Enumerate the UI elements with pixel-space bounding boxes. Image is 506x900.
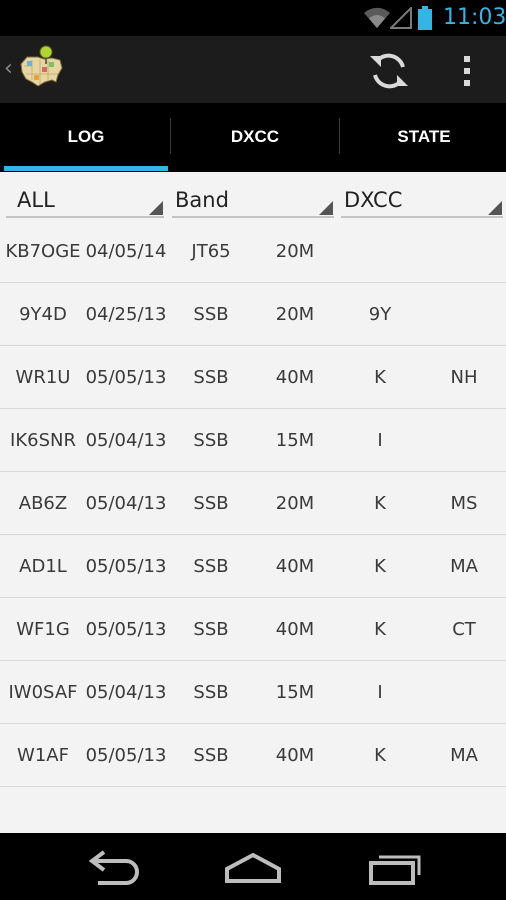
selected-tab-indicator: [4, 166, 168, 171]
state: CT: [452, 618, 476, 640]
dropdown-arrow-icon: [149, 201, 163, 215]
filter-spinner-all[interactable]: ALL: [6, 178, 164, 218]
overflow-menu-icon[interactable]: [452, 48, 482, 94]
signal-icon: [390, 7, 412, 29]
mode: SSB: [193, 366, 229, 388]
log-row[interactable]: IK6SNR 05/04/13 SSB 15M I: [0, 409, 506, 472]
state: NH: [450, 366, 478, 388]
mode: SSB: [193, 618, 229, 640]
dxcc: I: [377, 681, 383, 703]
log-row[interactable]: W1AF 05/05/13 SSB 40M K MA: [0, 724, 506, 787]
callsign: AD1L: [19, 555, 67, 577]
callsign: W1AF: [17, 744, 69, 766]
mode: JT65: [191, 240, 231, 262]
callsign: IK6SNR: [10, 429, 76, 451]
tab-label: STATE: [397, 127, 451, 146]
filter-spinner-dxcc[interactable]: DXCC: [341, 178, 503, 218]
log-row[interactable]: 9Y4D 04/25/13 SSB 20M 9Y: [0, 283, 506, 346]
mode: SSB: [193, 303, 229, 325]
tab-divider: [339, 118, 340, 154]
usa-map-logo-icon[interactable]: [18, 44, 64, 92]
log-row[interactable]: WR1U 05/05/13 SSB 40M K NH: [0, 346, 506, 409]
qso-date: 05/05/13: [85, 744, 167, 766]
dxcc: I: [377, 429, 383, 451]
band: 40M: [275, 366, 315, 388]
mode: SSB: [193, 492, 229, 514]
tab-bar: LOG DXCC STATE: [0, 103, 506, 172]
callsign: WF1G: [16, 618, 70, 640]
tab-divider: [170, 118, 171, 154]
dxcc: K: [374, 744, 386, 766]
tab-dxcc[interactable]: DXCC: [171, 103, 339, 172]
qso-date: 05/05/13: [85, 555, 167, 577]
qso-date: 05/04/13: [85, 492, 167, 514]
band: 40M: [275, 744, 315, 766]
action-bar: ‹: [0, 36, 506, 103]
band: 15M: [275, 429, 315, 451]
callsign: IW0SAF: [8, 681, 78, 703]
band: 40M: [275, 555, 315, 577]
qso-date: 05/05/13: [85, 618, 167, 640]
mode: SSB: [193, 555, 229, 577]
dropdown-arrow-icon: [319, 201, 333, 215]
callsign: AB6Z: [18, 492, 68, 514]
status-bar: 11:03: [0, 0, 506, 36]
navigation-bar: [0, 833, 506, 900]
battery-icon: [418, 6, 432, 30]
log-row[interactable]: IW0SAF 05/04/13 SSB 15M I: [0, 661, 506, 724]
home-icon[interactable]: [221, 847, 285, 887]
spinner-value: Band: [175, 188, 229, 212]
callsign: WR1U: [15, 366, 71, 388]
mode: SSB: [193, 681, 229, 703]
log-row[interactable]: AB6Z 05/04/13 SSB 20M K MS: [0, 472, 506, 535]
band: 15M: [275, 681, 315, 703]
qso-date: 04/25/13: [85, 303, 167, 325]
tab-label: LOG: [67, 127, 105, 146]
filter-spinner-band[interactable]: Band: [172, 178, 334, 218]
dxcc: K: [374, 618, 386, 640]
log-list: KB7OGE 04/05/14 JT65 20M 9Y4D 04/25/13 S…: [0, 220, 506, 787]
log-row[interactable]: KB7OGE 04/05/14 JT65 20M: [0, 220, 506, 283]
spinner-value: ALL: [17, 188, 55, 212]
dxcc: 9Y: [368, 303, 392, 325]
qso-date: 04/05/14: [85, 240, 167, 262]
tab-log[interactable]: LOG: [2, 103, 170, 172]
log-content: ALL Band DXCC KB7OGE 04/05/14 JT65 20M 9…: [0, 172, 506, 833]
state: MS: [450, 492, 478, 514]
tab-label: DXCC: [230, 127, 280, 146]
back-icon[interactable]: [82, 847, 146, 887]
dxcc: K: [374, 492, 386, 514]
mode: SSB: [193, 744, 229, 766]
band: 20M: [275, 303, 315, 325]
refresh-icon[interactable]: [366, 48, 412, 94]
qso-date: 05/05/13: [85, 366, 167, 388]
qso-date: 05/04/13: [85, 681, 167, 703]
qso-date: 05/04/13: [85, 429, 167, 451]
state: [424, 409, 504, 471]
dxcc: [340, 220, 420, 282]
log-row[interactable]: AD1L 05/05/13 SSB 40M K MA: [0, 535, 506, 598]
dxcc: K: [374, 366, 386, 388]
back-caret-icon[interactable]: ‹: [4, 56, 13, 82]
band: 40M: [275, 618, 315, 640]
wifi-icon: [364, 7, 390, 28]
log-row[interactable]: WF1G 05/05/13 SSB 40M K CT: [0, 598, 506, 661]
band: 20M: [275, 492, 315, 514]
callsign: KB7OGE: [5, 240, 81, 262]
band: 20M: [275, 240, 315, 262]
dxcc: K: [374, 555, 386, 577]
mode: SSB: [193, 429, 229, 451]
dropdown-arrow-icon: [488, 201, 502, 215]
state: MA: [450, 555, 478, 577]
clock: 11:03: [443, 5, 506, 30]
state: [424, 283, 504, 345]
state: [424, 220, 504, 282]
tab-state[interactable]: STATE: [340, 103, 506, 172]
spinner-value: DXCC: [344, 188, 403, 212]
state: MA: [450, 744, 478, 766]
recent-apps-icon[interactable]: [361, 847, 425, 887]
callsign: 9Y4D: [19, 303, 67, 325]
state: [424, 661, 504, 723]
